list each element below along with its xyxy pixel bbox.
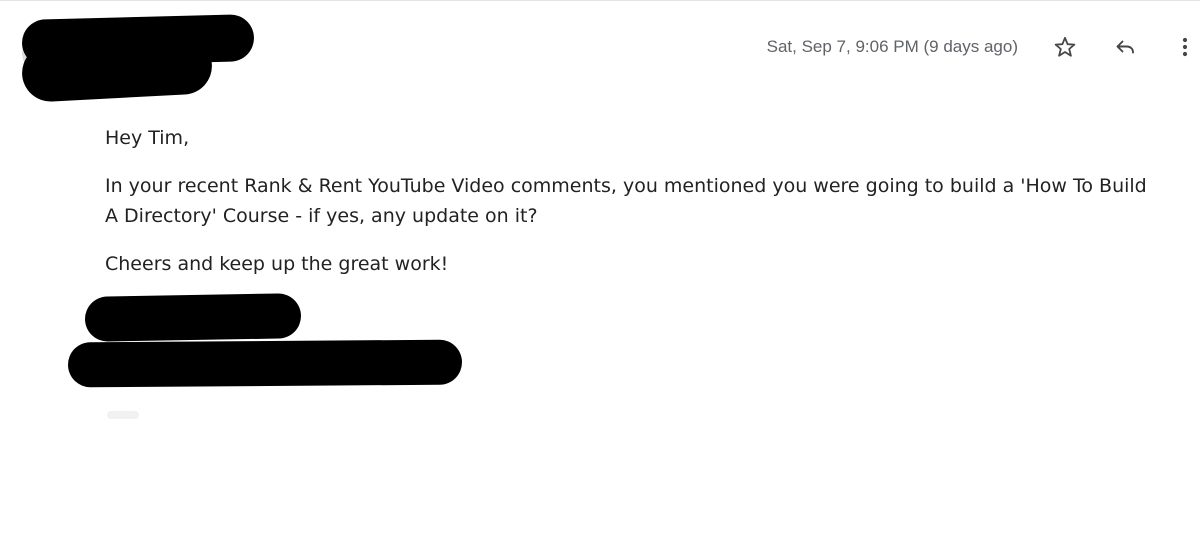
more-options-button[interactable] [1170,32,1200,62]
reply-button[interactable] [1110,32,1140,62]
show-trimmed-content-button[interactable] [107,411,139,419]
message-closing: Cheers and keep up the great work! [105,253,449,275]
star-icon [1054,36,1076,57]
redacted-signature-details [67,339,463,388]
message-greeting: Hey Tim, [105,127,190,149]
more-vert-icon [1182,37,1188,57]
email-message: Sat, Sep 7, 9:06 PM (9 days ago) Hey Tim… [0,0,1200,533]
reply-icon [1116,40,1134,54]
star-button[interactable] [1050,32,1080,62]
redacted-sender-email [20,36,214,103]
message-paragraph: In your recent Rank & Rent YouTube Video… [105,175,1147,227]
message-meta: Sat, Sep 7, 9:06 PM (9 days ago) [767,34,1200,60]
redacted-signature-name [84,293,302,342]
message-body: Hey Tim, In your recent Rank & Rent YouT… [105,123,1155,297]
message-timestamp: Sat, Sep 7, 9:06 PM (9 days ago) [766,37,1018,56]
